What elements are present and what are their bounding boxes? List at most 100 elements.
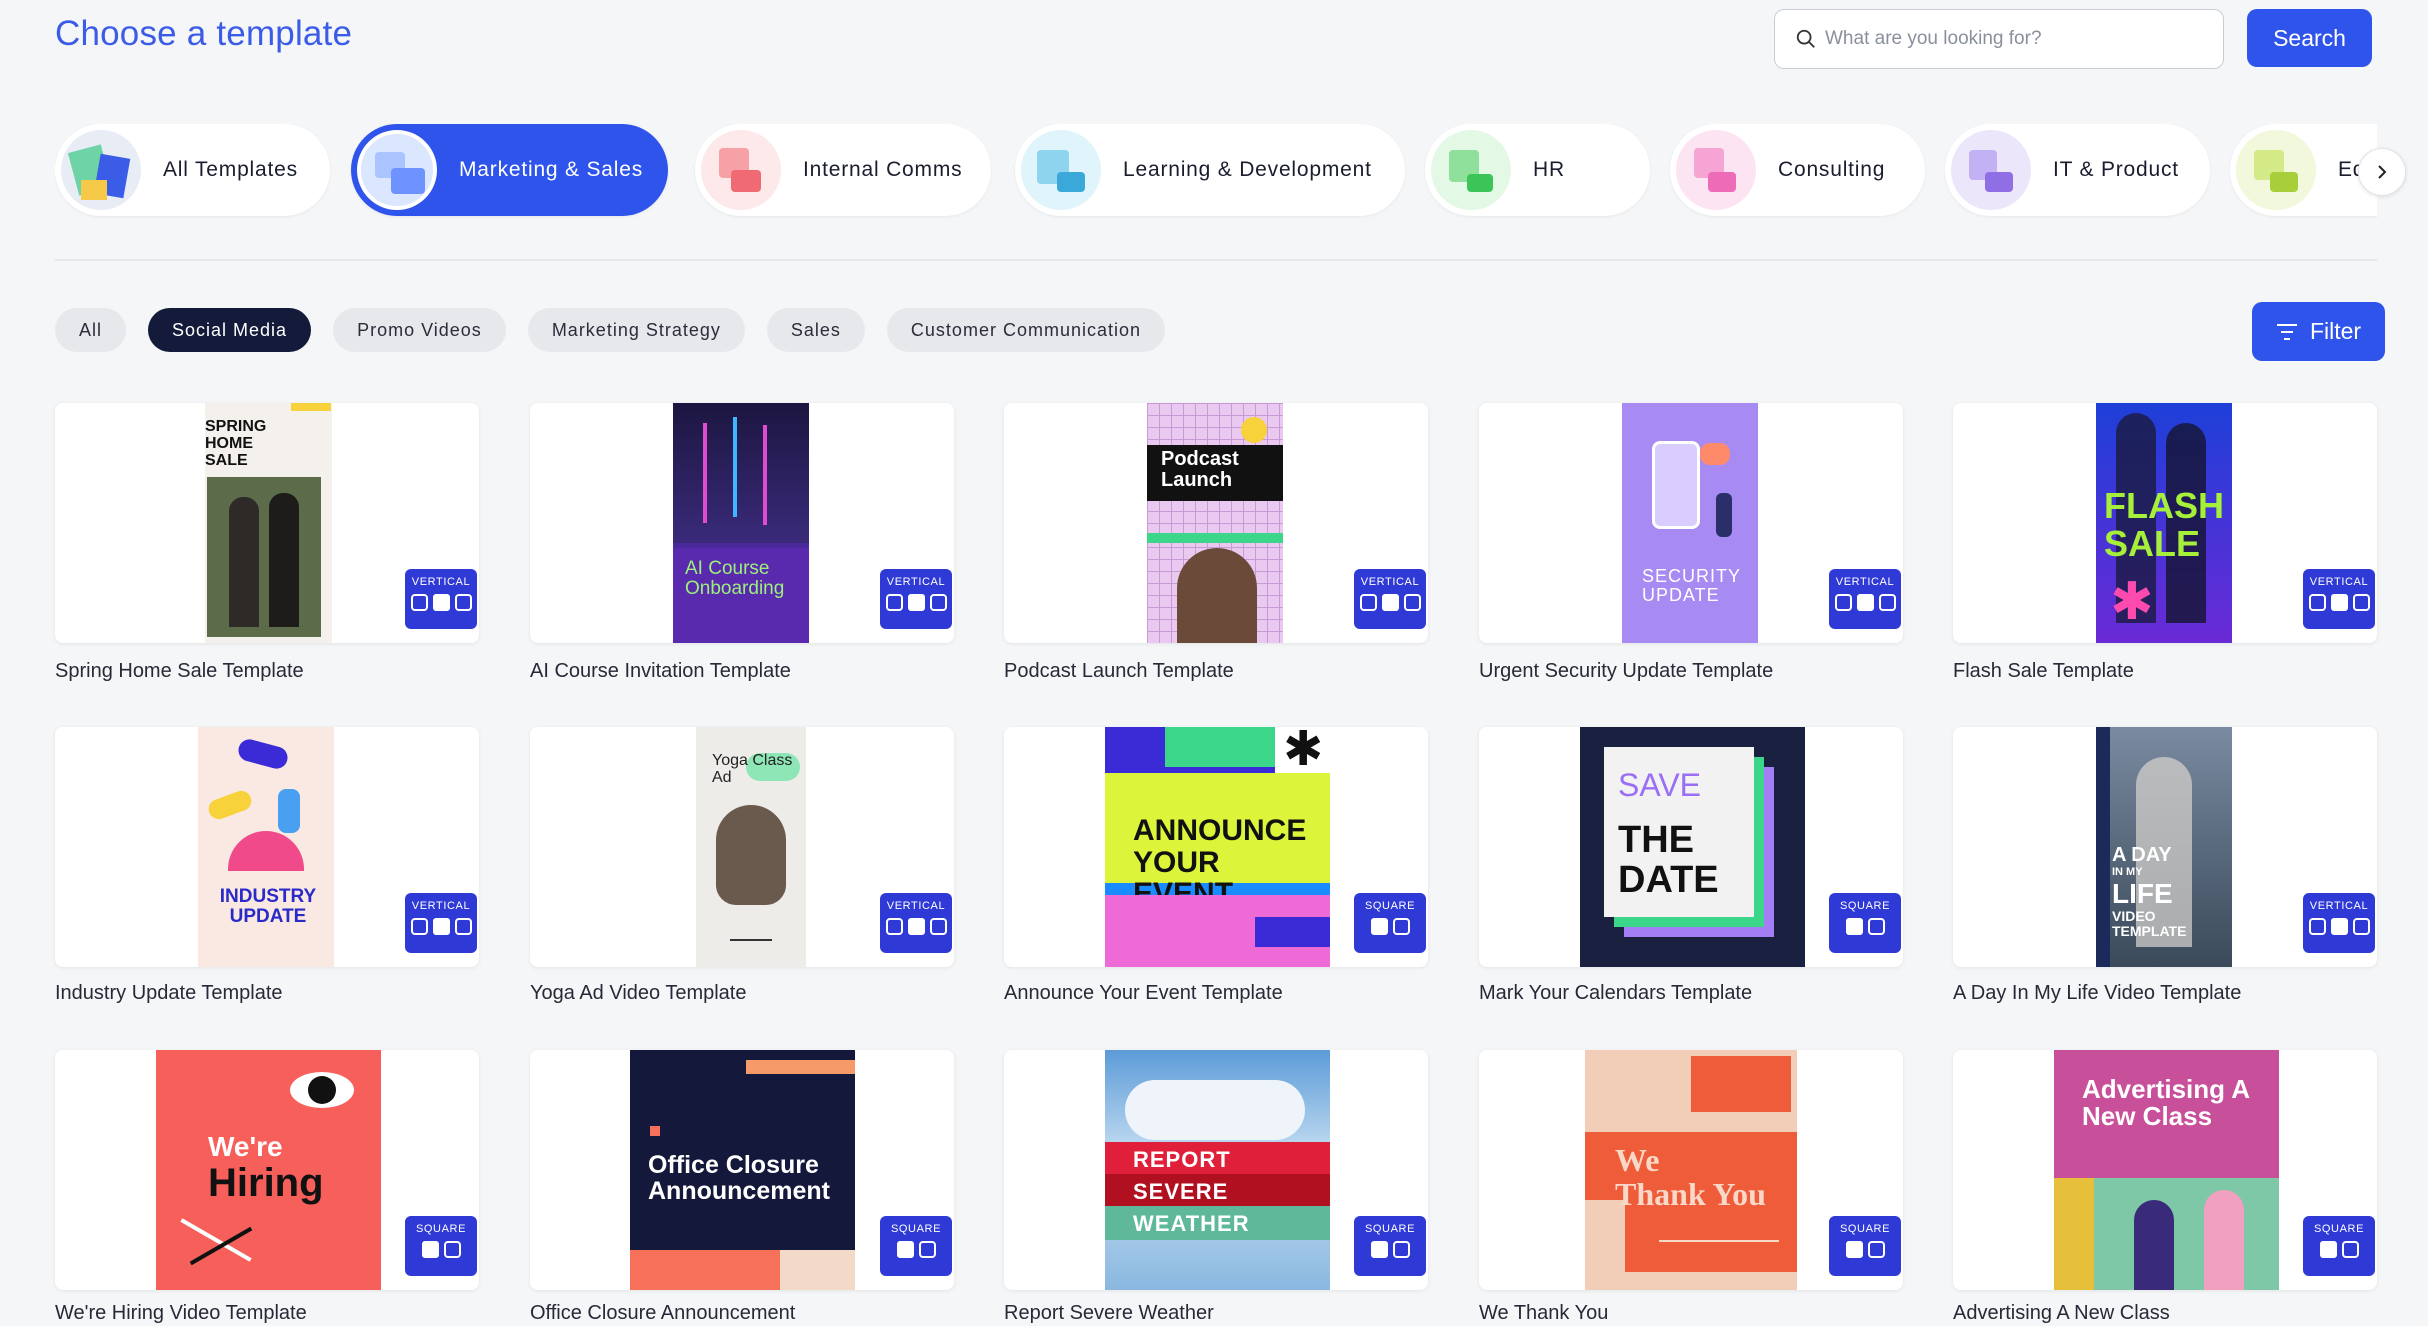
instagram-icon bbox=[2352, 594, 2370, 611]
instagram-icon bbox=[1878, 594, 1896, 611]
instagram-icon bbox=[454, 918, 472, 935]
chevron-right-icon bbox=[2378, 165, 2387, 179]
category-thumbnail bbox=[2236, 130, 2316, 210]
category-learning-development[interactable]: Learning & Development bbox=[1015, 124, 1405, 216]
chip-social-media[interactable]: Social Media bbox=[148, 308, 312, 352]
template-preview: We Thank You bbox=[1585, 1050, 1797, 1290]
category-thumbnail bbox=[1676, 130, 1756, 210]
chip-sales[interactable]: Sales bbox=[766, 308, 865, 352]
instagram-icon bbox=[1403, 594, 1421, 611]
format-badge: VERTICAL bbox=[1354, 569, 1426, 629]
format-badge: SQUARE bbox=[1354, 1216, 1426, 1276]
search-input[interactable] bbox=[1825, 28, 2205, 50]
preview-text: Hiring bbox=[208, 1161, 324, 1205]
tiktok-icon bbox=[410, 918, 428, 935]
format-badge: VERTICAL bbox=[880, 569, 952, 629]
template-card-advertising-class[interactable]: Advertising A New Class SQUARE bbox=[1953, 1050, 2377, 1290]
search-box[interactable] bbox=[1774, 9, 2224, 69]
chip-customer-communication[interactable]: Customer Communication bbox=[886, 308, 1165, 352]
format-badge: VERTICAL bbox=[405, 569, 477, 629]
facebook-icon bbox=[432, 594, 450, 611]
category-education[interactable]: Educati bbox=[2230, 124, 2377, 216]
category-hr[interactable]: HR bbox=[1425, 124, 1650, 216]
preview-text: SAVE bbox=[1618, 767, 1701, 803]
preview-text: Yoga Class Ad bbox=[712, 752, 793, 786]
divider bbox=[55, 259, 2377, 261]
facebook-icon bbox=[1381, 594, 1399, 611]
template-preview: INDUSTRY UPDATE bbox=[198, 727, 334, 967]
template-caption: Announce Your Event Template bbox=[1004, 982, 1283, 1004]
instagram-icon bbox=[929, 594, 947, 611]
template-card-industry-update[interactable]: INDUSTRY UPDATE VERTICAL bbox=[55, 727, 479, 967]
format-badge: SQUARE bbox=[405, 1216, 477, 1276]
template-card-thank-you[interactable]: We Thank You SQUARE bbox=[1479, 1050, 1903, 1290]
search-icon bbox=[1796, 29, 1815, 48]
filter-label: Filter bbox=[2309, 318, 2362, 344]
category-label: Internal Comms bbox=[803, 158, 963, 181]
facebook-icon bbox=[1370, 1241, 1388, 1258]
chip-all[interactable]: All bbox=[55, 308, 127, 352]
tiktok-icon bbox=[410, 594, 428, 611]
category-label: Learning & Development bbox=[1123, 158, 1372, 181]
template-caption: We're Hiring Video Template bbox=[55, 1302, 307, 1324]
tiktok-icon bbox=[885, 918, 903, 935]
category-consulting[interactable]: Consulting bbox=[1670, 124, 1925, 216]
template-preview: A DAY IN MY LIFE VIDEO TEMPLATE bbox=[2096, 727, 2232, 967]
format-badge: SQUARE bbox=[1829, 1216, 1901, 1276]
instagram-icon bbox=[1392, 918, 1410, 935]
template-card-ai-course[interactable]: AI Course Onboarding VERTICAL bbox=[530, 403, 954, 643]
chip-promo-videos[interactable]: Promo Videos bbox=[333, 308, 506, 352]
template-card-we-are-hiring[interactable]: We're Hiring SQUARE bbox=[55, 1050, 479, 1290]
template-card-flash-sale[interactable]: FLASH SALE ✱ VERTICAL bbox=[1953, 403, 2377, 643]
category-thumbnail bbox=[701, 130, 781, 210]
template-card-announce-event[interactable]: ✱ ANNOUNCE YOUR EVENT SQUARE bbox=[1004, 727, 1428, 967]
format-badge: SQUARE bbox=[2303, 1216, 2375, 1276]
template-card-security-update[interactable]: SECURITY UPDATE VERTICAL bbox=[1479, 403, 1903, 643]
template-card-podcast-launch[interactable]: Podcast Launch VERTICAL bbox=[1004, 403, 1428, 643]
tiktok-icon bbox=[1359, 594, 1377, 611]
template-preview: Yoga Class Ad bbox=[696, 727, 806, 967]
search-button[interactable]: Search bbox=[2247, 9, 2372, 67]
category-label: All Templates bbox=[163, 158, 298, 181]
template-card-yoga-ad[interactable]: Yoga Class Ad VERTICAL bbox=[530, 727, 954, 967]
template-caption: Advertising A New Class bbox=[1953, 1302, 2170, 1324]
preview-text: WEATHER bbox=[1133, 1211, 1250, 1236]
preview-text: Advertising A New Class bbox=[2082, 1074, 2250, 1132]
template-preview: REPORT SEVERE WEATHER bbox=[1105, 1050, 1330, 1290]
template-card-severe-weather[interactable]: REPORT SEVERE WEATHER SQUARE bbox=[1004, 1050, 1428, 1290]
preview-text: IN MY bbox=[2112, 866, 2143, 878]
tiktok-icon bbox=[2308, 918, 2326, 935]
template-card-office-closure[interactable]: Office Closure Announcement SQUARE bbox=[530, 1050, 954, 1290]
category-thumbnail bbox=[61, 130, 141, 210]
filter-button[interactable]: Filter bbox=[2252, 302, 2385, 361]
format-badge: VERTICAL bbox=[1829, 569, 1901, 629]
category-label: HR bbox=[1533, 158, 1565, 181]
category-scroll-right-button[interactable] bbox=[2358, 148, 2406, 196]
preview-text: INDUSTRY UPDATE bbox=[219, 886, 317, 927]
category-label: IT & Product bbox=[2053, 158, 2179, 181]
facebook-icon bbox=[907, 918, 925, 935]
category-marketing-sales[interactable]: Marketing & Sales bbox=[351, 124, 668, 216]
instagram-icon bbox=[2341, 1241, 2359, 1258]
template-preview: SECURITY UPDATE bbox=[1622, 403, 1758, 643]
format-badge: VERTICAL bbox=[880, 893, 952, 953]
preview-text: THE DATE bbox=[1618, 819, 1719, 901]
category-label: Marketing & Sales bbox=[459, 158, 644, 181]
chip-marketing-strategy[interactable]: Marketing Strategy bbox=[527, 308, 745, 352]
category-it-product[interactable]: IT & Product bbox=[1945, 124, 2210, 216]
filter-icon bbox=[2276, 323, 2297, 340]
template-card-day-in-life[interactable]: A DAY IN MY LIFE VIDEO TEMPLATE VERTICAL bbox=[1953, 727, 2377, 967]
instagram-icon bbox=[1867, 1241, 1885, 1258]
template-caption: Urgent Security Update Template bbox=[1479, 660, 1774, 682]
template-card-mark-calendars[interactable]: SAVE THE DATE SQUARE bbox=[1479, 727, 1903, 967]
facebook-icon bbox=[421, 1241, 439, 1258]
preview-text: AI Course Onboarding bbox=[685, 558, 785, 599]
template-caption: Podcast Launch Template bbox=[1004, 660, 1234, 682]
category-internal-comms[interactable]: Internal Comms bbox=[695, 124, 991, 216]
format-badge: SQUARE bbox=[1829, 893, 1901, 953]
template-caption: Mark Your Calendars Template bbox=[1479, 982, 1753, 1004]
category-all-templates[interactable]: All Templates bbox=[55, 124, 330, 216]
template-caption: Report Severe Weather bbox=[1004, 1302, 1214, 1324]
template-card-spring-home-sale[interactable]: SPRING HOME SALE VERTICAL bbox=[55, 403, 479, 643]
instagram-icon bbox=[1867, 918, 1885, 935]
